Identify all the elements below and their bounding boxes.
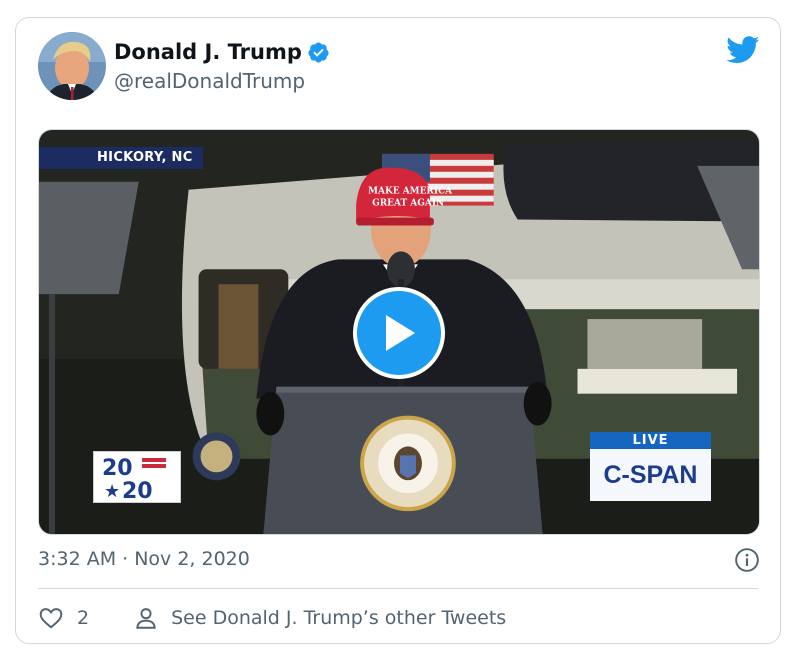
- tweet-timestamp[interactable]: 3:32 AM · Nov 2, 2020: [38, 548, 250, 570]
- verified-badge-icon: [308, 41, 329, 63]
- author-name-text: Donald J. Trump: [114, 40, 302, 64]
- logo-top-text: 20: [102, 456, 133, 481]
- person-icon: [136, 608, 156, 629]
- like-button[interactable]: 2: [38, 605, 89, 631]
- svg-text:MAKE AMERICA: MAKE AMERICA: [368, 187, 453, 197]
- other-tweets-label: See Donald J. Trump’s other Tweets: [171, 607, 507, 629]
- network-logo: C-SPAN: [590, 449, 711, 501]
- play-icon: [386, 315, 415, 351]
- logo-bottom-text: 20: [122, 479, 153, 502]
- live-badge: LIVE: [590, 432, 711, 449]
- info-icon[interactable]: [734, 547, 760, 573]
- like-count: 2: [77, 607, 90, 629]
- twitter-bird-icon[interactable]: [726, 36, 760, 64]
- divider: [38, 588, 758, 589]
- other-tweets-link[interactable]: See Donald J. Trump’s other Tweets: [133, 605, 506, 631]
- author-name[interactable]: Donald J. Trump: [114, 40, 330, 64]
- svg-text:GREAT AGAIN: GREAT AGAIN: [372, 199, 444, 209]
- tweet-card[interactable]: Donald J. Trump @realDonaldTrump MAKE AM…: [15, 17, 781, 644]
- star-icon: ★: [104, 481, 120, 502]
- location-chyron: HICKORY, NC: [39, 147, 203, 169]
- tweet-actions: 2 See Donald J. Trump’s other Tweets: [38, 603, 506, 633]
- heart-icon: [39, 608, 63, 629]
- author-handle[interactable]: @realDonaldTrump: [114, 69, 305, 93]
- campaign-2020-logo: 20 ★ 20: [93, 451, 181, 504]
- avatar[interactable]: [38, 32, 106, 100]
- video-player[interactable]: MAKE AMERICA GREAT AGAIN HICKORY, NC 20 …: [38, 129, 760, 535]
- play-button[interactable]: [353, 287, 445, 379]
